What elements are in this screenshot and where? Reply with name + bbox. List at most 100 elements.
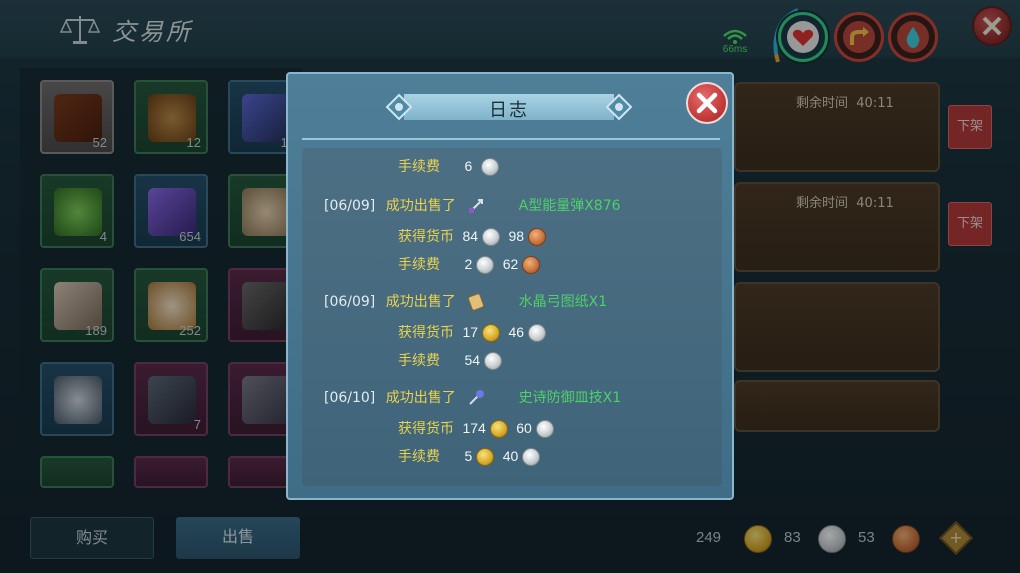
- close-icon: [982, 16, 1002, 36]
- slot-qty: 4: [99, 229, 107, 244]
- log-date: [06/09]: [324, 294, 376, 310]
- scroll-item-icon: [468, 293, 485, 311]
- ammo-item-icon: [469, 199, 484, 213]
- gain-amount: 60: [516, 420, 532, 436]
- slot-qty: 252: [179, 323, 201, 338]
- dialog-close-button[interactable]: [686, 82, 728, 124]
- slot-qty: 7: [193, 417, 201, 432]
- fee-label: 手续费: [398, 257, 440, 273]
- disc-item-icon: [54, 376, 102, 424]
- inventory-slot[interactable]: 7: [134, 362, 208, 436]
- listings-panel: 剩余时间 40:11 下架 剩余时间 40:11 下架: [734, 70, 1002, 490]
- silver-coin-icon: [528, 324, 547, 342]
- water-drop-icon: [906, 27, 920, 48]
- slot-qty: 52: [92, 135, 107, 150]
- gain-label: 获得货币: [398, 421, 454, 437]
- unlist-button[interactable]: 下架: [948, 202, 992, 246]
- divider: [302, 138, 720, 140]
- scale-icon: [60, 16, 100, 44]
- sold-label: 成功出售了: [385, 198, 456, 214]
- fee-label: 手续费: [398, 353, 440, 369]
- stone-item-icon: [242, 188, 290, 236]
- water-button[interactable]: [888, 12, 938, 62]
- fee-amount: 5: [464, 448, 473, 464]
- gain-amount: 174: [462, 420, 486, 436]
- inventory-slot[interactable]: 52: [40, 80, 114, 154]
- inventory-slot[interactable]: 12: [134, 80, 208, 154]
- ping-label: 66ms: [722, 44, 748, 55]
- inventory-slot[interactable]: 189: [40, 268, 114, 342]
- slot-qty: 654: [179, 229, 201, 244]
- silver-coin-icon: [535, 420, 554, 438]
- close-icon: [696, 92, 718, 114]
- log-date: [06/09]: [324, 198, 376, 214]
- inventory-slot[interactable]: 654: [134, 174, 208, 248]
- fee-amount: 2: [464, 256, 473, 272]
- redirect-button[interactable]: [834, 12, 884, 62]
- close-exchange-button[interactable]: [972, 6, 1012, 46]
- top-header: 交易所 66ms: [0, 0, 1020, 63]
- heart-icon: [792, 29, 814, 46]
- log-list[interactable]: 手续费 6 [06/09] 成功出售了 A型能量弹X876 获得货币 84 98…: [302, 148, 722, 486]
- gain-label: 获得货币: [398, 229, 454, 245]
- fee-label: 手续费: [398, 159, 440, 175]
- log-fee-row: 手续费 54: [398, 348, 506, 372]
- dialog-title: 日志: [489, 100, 529, 121]
- add-currency-button[interactable]: +: [939, 521, 973, 555]
- leaf-item-icon: [54, 188, 102, 236]
- plus-icon: +: [949, 528, 963, 547]
- log-entry-header: [06/10] 成功出售了 史诗防御皿技X1: [324, 386, 621, 410]
- currency-bar: 249 83 53: [690, 523, 930, 555]
- inventory-slot[interactable]: [134, 456, 208, 488]
- fee-amount: 54: [464, 352, 481, 368]
- log-fee-row: 手续费 5 40: [398, 444, 544, 468]
- heart-button[interactable]: [778, 12, 828, 62]
- silver-coin-icon: [476, 256, 495, 274]
- inventory-slot[interactable]: 4: [40, 174, 114, 248]
- sell-tab-button[interactable]: 出售: [176, 517, 300, 559]
- gain-amount: 17: [462, 324, 479, 340]
- copper-amount: 53: [858, 529, 875, 546]
- silver-amount: 83: [784, 529, 801, 546]
- log-entry-header: [06/09] 成功出售了 A型能量弹X876: [324, 194, 621, 218]
- silver-coin-icon: [522, 448, 541, 466]
- silver-coin-icon: [480, 158, 499, 176]
- listing-card[interactable]: 剩余时间 40:11: [734, 182, 940, 272]
- silver-coin-icon: [818, 525, 846, 553]
- gold-amount: 249: [696, 529, 722, 546]
- gain-amount: 98: [508, 228, 525, 244]
- log-date: [06/10]: [324, 390, 376, 406]
- inventory-slot[interactable]: [40, 362, 114, 436]
- skill-item-icon: [469, 390, 485, 405]
- time-remaining-label: 剩余时间 40:11: [796, 196, 894, 211]
- wifi-icon: [723, 29, 747, 44]
- inventory-slot[interactable]: 252: [134, 268, 208, 342]
- gold-coin-icon: [476, 448, 495, 466]
- item-name: 史诗防御皿技X1: [518, 390, 622, 406]
- fee-amount: 62: [502, 256, 519, 272]
- staff-item-icon: [148, 376, 196, 424]
- sold-label: 成功出售了: [385, 294, 456, 310]
- slot-qty: 189: [85, 323, 107, 338]
- silver-coin-icon: [484, 352, 503, 370]
- inventory-slot[interactable]: [40, 456, 114, 488]
- gold-coin-icon: [744, 525, 772, 553]
- gain-amount: 46: [508, 324, 525, 340]
- fee-label: 手续费: [398, 449, 440, 465]
- page-title: 交易所: [112, 18, 193, 46]
- listing-card-empty[interactable]: [734, 380, 940, 432]
- buy-tab-button[interactable]: 购买: [30, 517, 154, 559]
- log-fee-row: 手续费 2 62: [398, 252, 544, 276]
- log-fee-row: 手续费 6: [398, 154, 503, 178]
- gold-coin-icon: [489, 420, 508, 438]
- gain-amount: 84: [462, 228, 479, 244]
- fee-amount: 6: [464, 158, 473, 174]
- log-gain-row: 获得货币 84 98: [398, 224, 550, 248]
- silver-coin-icon: [482, 228, 501, 246]
- unlist-button[interactable]: 下架: [948, 105, 992, 149]
- listing-card[interactable]: 剩余时间 40:11: [734, 82, 940, 172]
- listing-card-empty[interactable]: [734, 282, 940, 372]
- log-gain-row: 获得货币 17 46: [398, 320, 550, 344]
- gold-coin-icon: [482, 324, 501, 342]
- copper-coin-icon: [892, 525, 920, 553]
